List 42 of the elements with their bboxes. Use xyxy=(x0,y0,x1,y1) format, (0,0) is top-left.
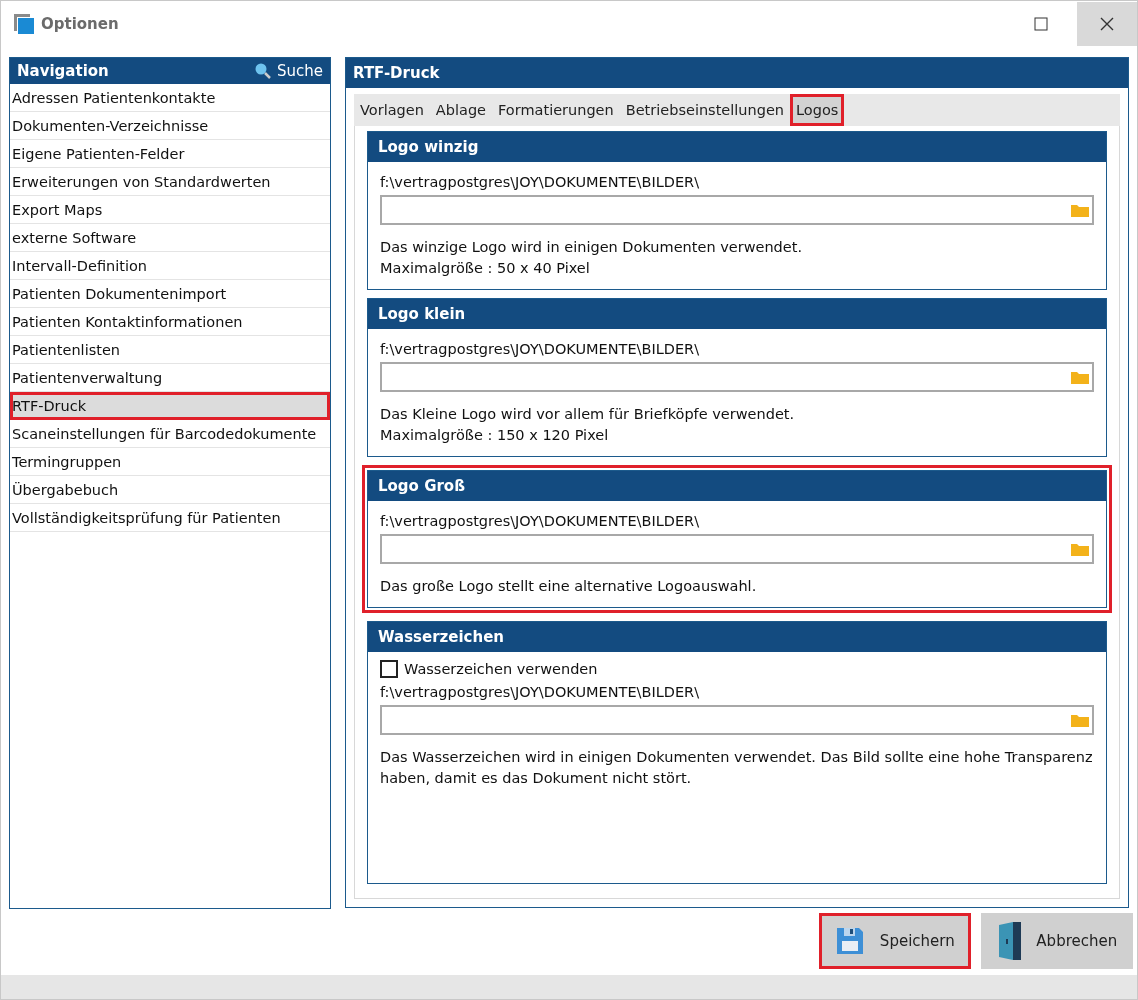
tab[interactable]: Formatierungen xyxy=(492,94,620,126)
navigation-title: Navigation xyxy=(17,62,110,80)
search-button[interactable]: Suche xyxy=(254,62,323,80)
door-icon xyxy=(996,921,1023,961)
checkbox[interactable] xyxy=(380,660,398,678)
tab[interactable]: Ablage xyxy=(429,94,493,126)
close-icon xyxy=(1099,16,1115,32)
close-button[interactable] xyxy=(1077,2,1137,46)
description-text: Das winzige Logo wird in einigen Dokumenten verwendet. xyxy=(380,238,804,257)
navigation-item[interactable]: RTF-Druck xyxy=(10,392,330,420)
description-text: Das große Logo stellt eine alternative Logoauswahl. xyxy=(380,577,758,596)
description-text: Das Wasserzeichen wird in einigen Dokumenten verwendet. Das Bild sollte eine hohe Transparenz haben, damit es das Dokument nicht stört. xyxy=(380,748,1094,788)
folder-icon[interactable] xyxy=(1070,541,1090,557)
tab[interactable]: Vorlagen xyxy=(354,94,430,126)
maximize-icon xyxy=(1034,17,1048,31)
description-text: Maximalgröße : 50 x 40 Pixel xyxy=(380,259,591,278)
group-title: Wasserzeichen xyxy=(368,622,1106,652)
tab[interactable]: Logos xyxy=(790,94,845,126)
panel-title: RTF-Druck xyxy=(353,64,441,82)
window-title: Optionen xyxy=(41,15,120,33)
path-text: f:\vertragpostgres\JOY\DOKUMENTE\BILDER\ xyxy=(380,174,701,190)
file-field[interactable] xyxy=(380,195,1094,225)
group-title: Logo Groß xyxy=(368,471,1106,501)
file-field[interactable] xyxy=(380,534,1094,564)
description-text: Das Kleine Logo wird vor allem für Briefköpfe verwendet. xyxy=(380,405,796,424)
folder-icon[interactable] xyxy=(1070,369,1090,385)
checkbox-label: Wasserzeichen verwenden xyxy=(404,661,598,677)
path-text: f:\vertragpostgres\JOY\DOKUMENTE\BILDER\ xyxy=(380,341,701,357)
tab[interactable]: Betriebseinstellungen xyxy=(619,94,790,126)
file-field[interactable] xyxy=(380,705,1094,735)
cancel-button[interactable]: Abbrechen xyxy=(981,913,1133,969)
folder-icon[interactable] xyxy=(1070,712,1090,728)
group-title: Logo klein xyxy=(368,299,1106,329)
description-text: Maximalgröße : 150 x 120 Pixel xyxy=(380,426,610,445)
folder-icon[interactable] xyxy=(1070,202,1090,218)
group-title: Logo winzig xyxy=(368,132,1106,162)
path-text: f:\vertragpostgres\JOY\DOKUMENTE\BILDER\ xyxy=(380,513,701,529)
file-field[interactable] xyxy=(380,362,1094,392)
search-icon xyxy=(254,62,272,80)
app-icon xyxy=(13,13,35,35)
path-text: f:\vertragpostgres\JOY\DOKUMENTE\BILDER\ xyxy=(380,684,701,700)
save-button[interactable]: Speichern xyxy=(819,913,971,969)
